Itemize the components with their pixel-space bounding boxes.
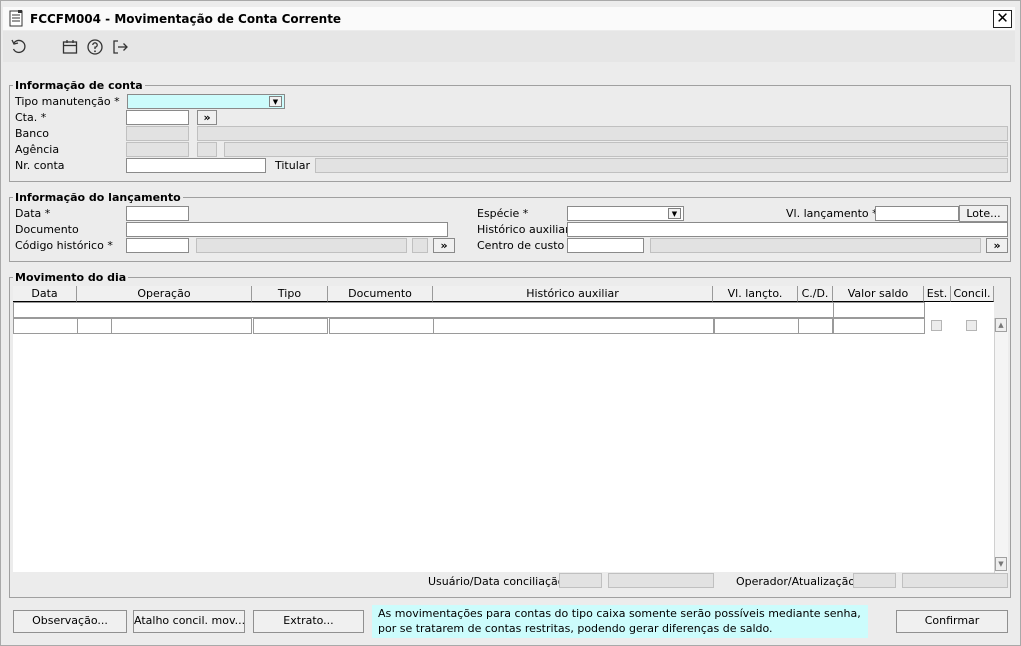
atalho-concil-mov-button[interactable]: Atalho concil. mov...: [133, 610, 245, 633]
table-cell[interactable]: [798, 318, 833, 334]
col-header-concil[interactable]: Concil.: [951, 286, 994, 302]
est-checkbox[interactable]: [931, 320, 942, 331]
table-row-saldo-cell[interactable]: [833, 302, 925, 318]
tipo-manutencao-select[interactable]: [127, 94, 285, 109]
documento-input[interactable]: [126, 222, 448, 237]
usuario-data-conciliacao-label: Usuário/Data conciliação: [428, 575, 565, 588]
cta-label: Cta. *: [15, 111, 47, 124]
col-header-historico[interactable]: Histórico auxiliar: [433, 286, 713, 302]
lote-button[interactable]: Lote...: [959, 205, 1008, 222]
vl-lancamento-label: Vl. lançamento *: [786, 207, 878, 220]
banco-name-field: [197, 126, 1008, 141]
conta-legend: Informação de conta: [13, 79, 145, 92]
titular-field: [315, 158, 1008, 173]
data-conciliacao-field: [608, 573, 714, 588]
agencia-label: Agência: [15, 143, 60, 156]
table-cell[interactable]: [253, 318, 328, 334]
data-label: Data *: [15, 207, 51, 220]
codigo-historico-desc: [196, 238, 407, 253]
agencia-code-field: [126, 142, 189, 157]
col-header-est[interactable]: Est.: [924, 286, 951, 302]
col-header-tipo[interactable]: Tipo: [252, 286, 328, 302]
agencia-digit-field: [197, 142, 217, 157]
operador-field: [853, 573, 896, 588]
concil-checkbox[interactable]: [966, 320, 977, 331]
help-icon[interactable]: [86, 38, 104, 56]
centro-custo-label: Centro de custo: [477, 239, 565, 252]
especie-select[interactable]: [567, 206, 684, 221]
banco-label: Banco: [15, 127, 50, 140]
cta-lookup-button[interactable]: »: [197, 110, 217, 125]
col-header-valor-saldo[interactable]: Valor saldo: [833, 286, 924, 302]
table-cell[interactable]: [77, 318, 112, 334]
col-header-cd[interactable]: C./D.: [798, 286, 833, 302]
codigo-historico-input[interactable]: [126, 238, 189, 253]
chevron-down-icon[interactable]: ▼: [668, 208, 681, 219]
vl-lancamento-input[interactable]: [875, 206, 959, 221]
atualizacao-field: [902, 573, 1008, 588]
col-header-vl-lancto[interactable]: Vl. lançto.: [713, 286, 798, 302]
especie-label: Espécie *: [477, 207, 529, 220]
document-icon: [9, 10, 24, 27]
operador-atualizacao-label: Operador/Atualização: [736, 575, 856, 588]
nr-conta-label: Nr. conta: [15, 159, 65, 172]
historico-auxiliar-input[interactable]: [567, 222, 1008, 237]
data-input[interactable]: [126, 206, 189, 221]
col-header-operacao[interactable]: Operação: [77, 286, 252, 302]
historico-auxiliar-label: Histórico auxiliar: [477, 223, 570, 236]
centro-custo-input[interactable]: [567, 238, 644, 253]
grid-scrollbar[interactable]: [994, 318, 1008, 574]
centro-custo-desc: [650, 238, 981, 253]
table-cell[interactable]: [714, 318, 799, 334]
agencia-name-field: [224, 142, 1008, 157]
tipo-manutencao-label: Tipo manutenção *: [15, 95, 120, 108]
scroll-up-icon[interactable]: ▲: [995, 318, 1007, 332]
scroll-down-icon[interactable]: ▼: [995, 557, 1007, 571]
col-header-data[interactable]: Data: [13, 286, 77, 302]
table-cell[interactable]: [13, 318, 78, 334]
close-button[interactable]: ✕: [993, 10, 1012, 28]
codigo-historico-label: Código histórico *: [15, 239, 113, 252]
table-cell[interactable]: [111, 318, 252, 334]
extrato-button[interactable]: Extrato...: [253, 610, 364, 633]
cta-input[interactable]: [126, 110, 189, 125]
chevron-down-icon[interactable]: ▼: [269, 96, 282, 107]
centro-custo-lookup-button[interactable]: »: [986, 238, 1008, 253]
calendar-icon[interactable]: [61, 38, 79, 56]
confirmar-button[interactable]: Confirmar: [896, 610, 1008, 633]
table-cell[interactable]: [433, 318, 714, 334]
refresh-icon[interactable]: [10, 38, 28, 56]
lancamento-legend: Informação do lançamento: [13, 191, 183, 204]
movimento-legend: Movimento do dia: [13, 271, 129, 284]
usuario-conciliacao-field: [559, 573, 602, 588]
table-cell[interactable]: [833, 318, 925, 334]
exit-icon[interactable]: [111, 38, 129, 56]
table-row[interactable]: [13, 302, 834, 318]
codigo-historico-lookup-button[interactable]: »: [433, 238, 455, 253]
table-cell[interactable]: [329, 318, 434, 334]
toolbar: [3, 31, 1015, 62]
documento-label: Documento: [15, 223, 79, 236]
observacao-button[interactable]: Observação...: [13, 610, 127, 633]
nr-conta-input[interactable]: [126, 158, 266, 173]
window-title: FCCFM004 - Movimentação de Conta Corrent…: [30, 12, 342, 26]
caixa-restriction-note: As movimentações para contas do tipo cai…: [372, 605, 868, 638]
titular-label: Titular: [275, 159, 311, 172]
codigo-historico-flag: [412, 238, 428, 253]
col-header-documento[interactable]: Documento: [328, 286, 433, 302]
banco-code-field: [126, 126, 189, 141]
